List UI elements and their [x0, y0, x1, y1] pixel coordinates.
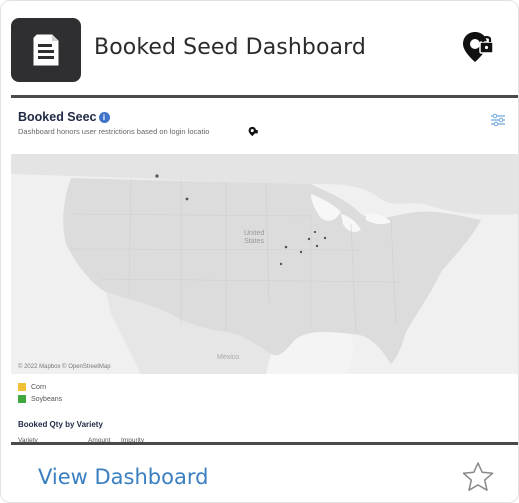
- table-header-variety: Variety: [18, 437, 38, 444]
- star-outline-icon[interactable]: [461, 461, 495, 493]
- location-lock-small-icon: [248, 124, 259, 137]
- table-header: Variety Amount Impurity: [18, 437, 145, 444]
- map-credit: © 2022 Mapbox © OpenStreetMap: [18, 364, 111, 370]
- document-icon: [11, 18, 81, 82]
- preview-title-text: Booked Seec: [18, 110, 97, 124]
- legend-label-corn: Corn: [31, 383, 47, 391]
- legend-swatch-soybeans: [18, 395, 26, 403]
- legend-item-corn: Corn: [18, 381, 62, 393]
- legend-label-soybeans: Soybeans: [31, 395, 63, 403]
- map-svg: [11, 154, 518, 374]
- legend-swatch-corn: [18, 383, 26, 391]
- table-header-amount: Amount: [88, 437, 111, 444]
- map-label-us-line2: States: [244, 238, 265, 245]
- card-header: Booked Seed Dashboard: [1, 1, 518, 95]
- card-footer: View Dashboard: [1, 448, 518, 502]
- table-header-impurity: Impurity: [121, 437, 145, 444]
- view-dashboard-link[interactable]: View Dashboard: [38, 465, 208, 489]
- info-icon: i: [98, 111, 110, 123]
- legend-item-soybeans: Soybeans: [18, 393, 62, 405]
- map[interactable]: United States Mexico: [11, 154, 518, 374]
- card-title: Booked Seed Dashboard: [94, 35, 366, 60]
- filter-sliders-icon: [490, 113, 506, 127]
- dashboard-preview[interactable]: Booked Seec i Dashboard honors user rest…: [11, 95, 518, 445]
- legend: Corn Soybeans: [18, 381, 62, 405]
- preview-subtitle: Dashboard honors user restrictions based…: [18, 127, 210, 136]
- location-lock-icon: [461, 29, 497, 65]
- map-label-mexico: Mexico: [217, 354, 240, 361]
- preview-title: Booked Seec i: [18, 110, 110, 124]
- map-label-us: United States: [244, 230, 264, 246]
- dashboard-card: Booked Seed Dashboard Booked Seec i Dash…: [0, 0, 519, 503]
- map-label-us-line1: United: [244, 230, 265, 237]
- table-title: Booked Qty by Variety: [18, 420, 103, 429]
